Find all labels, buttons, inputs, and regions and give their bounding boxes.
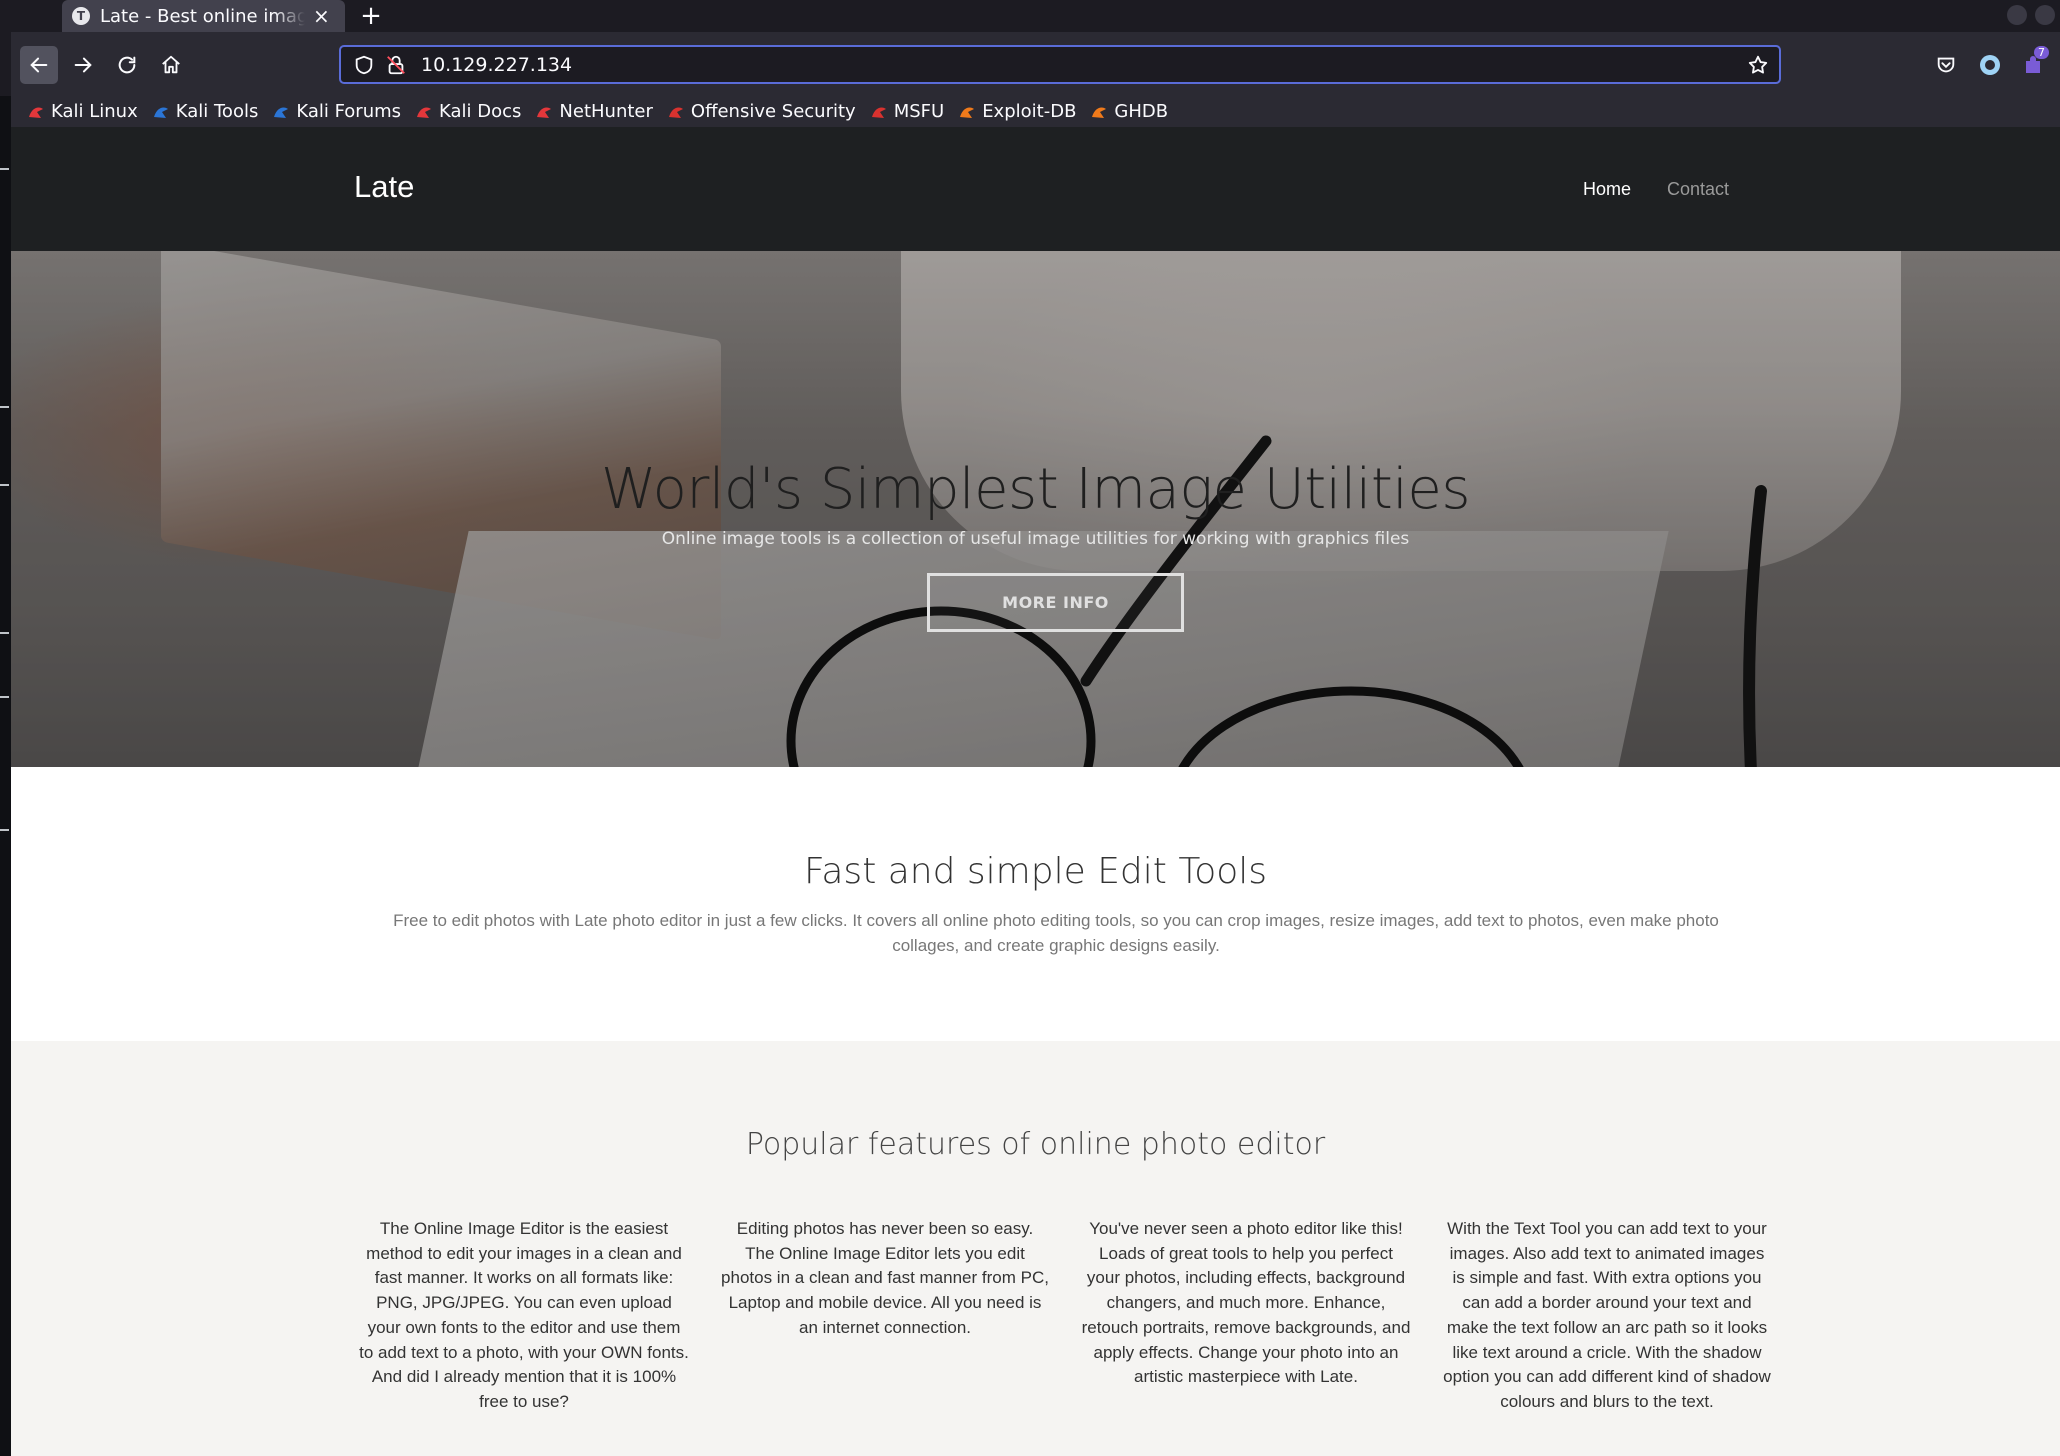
exploit-db-icon bbox=[958, 103, 976, 121]
feature-text-2: Editing photos has never been so easy. T… bbox=[721, 1219, 1049, 1337]
kali-dragon-icon bbox=[27, 103, 45, 121]
site-logo[interactable]: Late bbox=[354, 169, 414, 205]
bookmark-label: NetHunter bbox=[559, 101, 653, 122]
tracking-shield-icon[interactable] bbox=[353, 54, 375, 76]
window-close-button[interactable] bbox=[2035, 5, 2055, 25]
terminal-line bbox=[0, 696, 9, 698]
arrow-left-icon bbox=[30, 57, 48, 73]
arrow-right-icon bbox=[74, 57, 92, 73]
tab-title: Late - Best online image tools bbox=[100, 5, 305, 27]
ghdb-icon bbox=[1090, 103, 1108, 121]
hero-banner: World's Simplest Image Utilities Online … bbox=[11, 251, 2060, 767]
terminal-line bbox=[0, 632, 9, 634]
window-minimize-button[interactable] bbox=[2007, 5, 2027, 25]
features-title: Popular features of online photo editor bbox=[745, 1127, 1326, 1162]
terminal-line bbox=[0, 829, 9, 831]
forward-button[interactable] bbox=[64, 46, 102, 84]
terminal-line bbox=[0, 484, 9, 486]
url-text[interactable]: 10.129.227.134 bbox=[421, 54, 572, 76]
reload-button[interactable] bbox=[108, 46, 146, 84]
extension-icon[interactable]: 7 bbox=[2021, 46, 2049, 78]
kali-tools-icon bbox=[152, 103, 170, 121]
terminal-line bbox=[0, 406, 9, 408]
nav-link-home[interactable]: Home bbox=[1583, 179, 1631, 200]
terminal-line bbox=[0, 168, 9, 170]
bookmark-label: GHDB bbox=[1114, 101, 1169, 122]
site-nav: Home Contact bbox=[1583, 179, 1765, 200]
account-icon[interactable] bbox=[1977, 52, 2003, 78]
offsec-icon bbox=[667, 103, 685, 121]
bookmark-item[interactable]: Offensive Security bbox=[667, 101, 856, 122]
home-button[interactable] bbox=[152, 46, 190, 84]
edit-tools-title: Fast and simple Edit Tools bbox=[803, 851, 1268, 892]
more-info-button[interactable]: MORE INFO bbox=[927, 573, 1184, 632]
bookmark-label: MSFU bbox=[893, 101, 945, 122]
bookmark-label: Offensive Security bbox=[690, 101, 856, 122]
extension-badge: 7 bbox=[2034, 46, 2049, 59]
features-section: Popular features of online photo editor … bbox=[11, 1041, 2060, 1456]
bookmark-label: Kali Tools bbox=[175, 101, 259, 122]
bookmark-item[interactable]: Exploit-DB bbox=[958, 101, 1076, 122]
bookmark-item[interactable]: Kali Forums bbox=[272, 101, 401, 122]
bookmark-star-icon[interactable] bbox=[1747, 54, 1769, 76]
site-header: Late Home Contact bbox=[11, 127, 2060, 251]
bookmark-label: Kali Docs bbox=[439, 101, 522, 122]
nethunter-icon bbox=[535, 103, 553, 121]
tab-close-icon[interactable]: × bbox=[313, 6, 330, 26]
background-terminal-edge bbox=[0, 96, 11, 1456]
pocket-icon[interactable] bbox=[1933, 52, 1959, 78]
reload-icon bbox=[118, 56, 136, 74]
hero-title: World's Simplest Image Utilities bbox=[600, 457, 1471, 522]
home-icon bbox=[162, 55, 180, 74]
bookmark-item[interactable]: NetHunter bbox=[535, 101, 653, 122]
bookmark-label: Kali Linux bbox=[51, 101, 138, 122]
tab-active[interactable]: T Late - Best online image tools × bbox=[62, 0, 345, 32]
url-bar[interactable]: 10.129.227.134 bbox=[339, 45, 1781, 84]
bookmark-label: Kali Forums bbox=[296, 101, 402, 122]
hero-subtitle: Online image tools is a collection of us… bbox=[661, 529, 1410, 549]
page-viewport: Late Home Contact World's Simplest Image … bbox=[11, 127, 2060, 1456]
kali-forums-icon bbox=[272, 103, 290, 121]
feature-text-4: With the Text Tool you can add text to y… bbox=[1443, 1219, 1771, 1411]
navigation-toolbar: 10.129.227.134 7 bbox=[11, 32, 2060, 98]
nav-link-contact[interactable]: Contact bbox=[1667, 179, 1729, 200]
bookmark-item[interactable]: Kali Linux bbox=[27, 101, 138, 122]
feature-text-3: You've never seen a photo editor like th… bbox=[1081, 1219, 1411, 1387]
bookmark-item[interactable]: GHDB bbox=[1090, 101, 1168, 122]
feature-text-1: The Online Image Editor is the easiest m… bbox=[359, 1219, 689, 1411]
browser-window: T Late - Best online image tools × + bbox=[11, 0, 2060, 127]
site-favicon-icon: T bbox=[72, 7, 90, 25]
back-button[interactable] bbox=[20, 46, 58, 84]
tab-strip: T Late - Best online image tools × + bbox=[11, 0, 2060, 32]
bookmarks-toolbar: Kali Linux Kali Tools Kali Forums Kali Docs… bbox=[11, 96, 2060, 127]
bookmark-item[interactable]: MSFU bbox=[870, 101, 944, 122]
bookmark-item[interactable]: Kali Tools bbox=[152, 101, 259, 122]
insecure-lock-icon[interactable] bbox=[385, 54, 407, 76]
msfu-icon bbox=[870, 103, 888, 121]
edit-tools-description: Free to edit photos with Late photo edit… bbox=[393, 911, 1719, 955]
bookmark-item[interactable]: Kali Docs bbox=[415, 101, 521, 122]
bookmark-label: Exploit-DB bbox=[982, 101, 1077, 122]
new-tab-button[interactable]: + bbox=[351, 0, 391, 32]
kali-docs-icon bbox=[415, 103, 433, 121]
